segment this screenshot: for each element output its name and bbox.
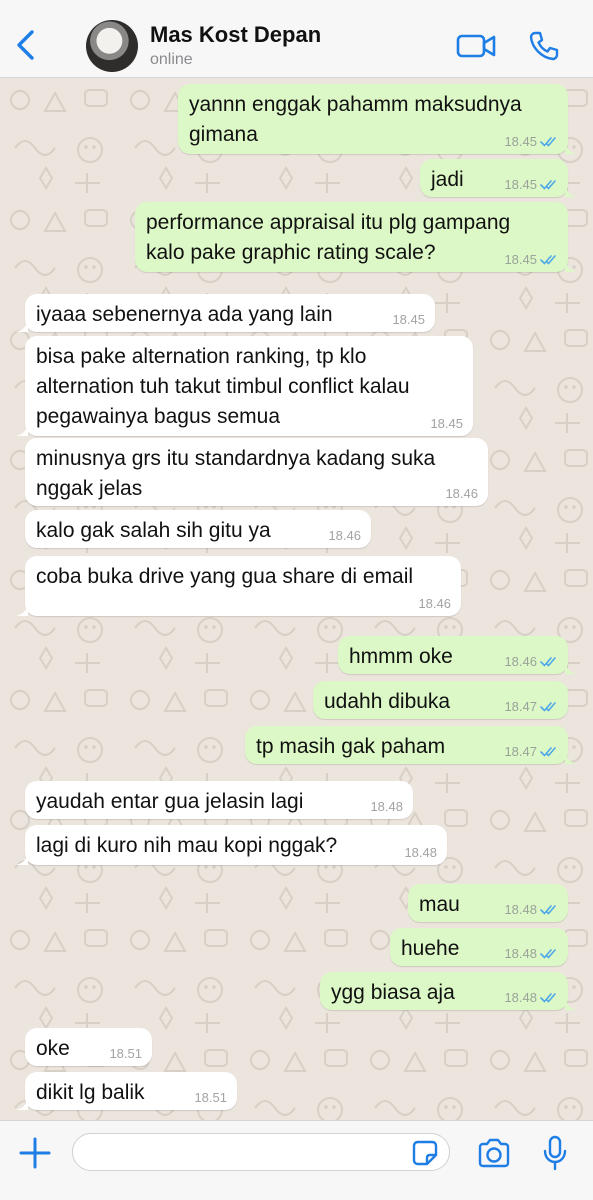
- message-meta: 18.47: [504, 700, 558, 714]
- outgoing-message-bubble[interactable]: mau 18.48: [408, 884, 568, 922]
- video-camera-icon[interactable]: [456, 32, 496, 60]
- chat-area[interactable]: yannn enggak pahamm maksudnya gimana 18.4…: [0, 78, 593, 1120]
- read-receipt-icon: [537, 699, 558, 714]
- message-time: 18.48: [504, 946, 537, 961]
- bubble-tail: [565, 660, 577, 674]
- read-receipt-icon: [537, 902, 558, 917]
- read-receipt-icon: [537, 990, 558, 1005]
- outgoing-message-bubble[interactable]: tp masih gak paham 18.47: [245, 726, 577, 764]
- message-time: 18.45: [504, 134, 537, 149]
- message-meta: 18.48: [504, 991, 558, 1005]
- message-text: yannn enggak pahamm maksudnya gimana: [189, 93, 522, 146]
- bubble-tail: [565, 258, 577, 272]
- message-time: 18.46: [504, 654, 537, 669]
- message-time: 18.46: [445, 486, 478, 501]
- message-time: 18.48: [504, 990, 537, 1005]
- message-text: bisa pake alternation ranking, tp klo al…: [36, 345, 410, 428]
- chevron-left-icon[interactable]: [12, 28, 42, 62]
- input-bar: [0, 1120, 593, 1200]
- message-time: 18.47: [504, 699, 537, 714]
- outgoing-message-bubble[interactable]: udahh dibuka 18.47: [313, 681, 568, 719]
- message-meta: 18.51: [109, 1047, 142, 1061]
- message-meta: 18.51: [194, 1091, 227, 1105]
- bubble-tail: [16, 1096, 28, 1110]
- message-time: 18.48: [370, 799, 403, 814]
- message-time: 18.46: [418, 596, 451, 611]
- read-receipt-icon: [537, 946, 558, 961]
- message-meta: 18.46: [445, 487, 478, 501]
- outgoing-message-bubble[interactable]: hmmm oke 18.46: [338, 636, 577, 674]
- incoming-message-bubble[interactable]: coba buka drive yang gua share di email 1…: [16, 556, 461, 616]
- message-meta: 18.45: [392, 313, 425, 327]
- read-receipt-icon: [537, 134, 558, 149]
- message-time: 18.45: [430, 416, 463, 431]
- outgoing-message-bubble[interactable]: jadi 18.45: [420, 159, 577, 197]
- sticker-icon[interactable]: [412, 1140, 438, 1166]
- message-text: lagi di kuro nih mau kopi nggak?: [36, 834, 338, 857]
- message-time: 18.45: [504, 177, 537, 192]
- message-input[interactable]: [72, 1133, 450, 1171]
- avatar[interactable]: [86, 20, 138, 72]
- read-receipt-icon: [537, 252, 558, 267]
- phone-icon[interactable]: [528, 30, 560, 62]
- message-time: 18.46: [328, 528, 361, 543]
- camera-icon[interactable]: [477, 1138, 511, 1168]
- message-text: minusnya grs itu standardnya kadang suka…: [36, 447, 436, 500]
- message-text: coba buka drive yang gua share di email: [36, 565, 414, 588]
- incoming-message-bubble[interactable]: yaudah entar gua jelasin lagi 18.48: [25, 781, 413, 819]
- bubble-tail: [565, 183, 577, 197]
- incoming-message-bubble[interactable]: kalo gak salah sih gitu ya 18.46: [25, 510, 371, 548]
- read-receipt-icon: [537, 654, 558, 669]
- incoming-message-bubble[interactable]: oke 18.51: [25, 1028, 152, 1066]
- contact-name[interactable]: Mas Kost Depan: [150, 22, 321, 48]
- message-time: 18.45: [392, 312, 425, 327]
- message-time: 18.47: [504, 744, 537, 759]
- message-time: 18.48: [504, 902, 537, 917]
- incoming-message-bubble[interactable]: minusnya grs itu standardnya kadang suka…: [25, 438, 488, 506]
- contact-status: online: [150, 51, 193, 68]
- chat-header: Mas Kost Depan online: [0, 0, 593, 78]
- message-list: yannn enggak pahamm maksudnya gimana 18.4…: [0, 78, 593, 1120]
- message-meta: 18.48: [404, 846, 437, 860]
- bubble-tail: [16, 602, 28, 616]
- bubble-tail: [565, 996, 577, 1010]
- message-meta: 18.45: [430, 417, 463, 431]
- incoming-message-bubble[interactable]: dikit lg balik 18.51: [16, 1072, 237, 1110]
- message-meta: 18.45: [504, 253, 558, 267]
- message-time: 18.51: [194, 1090, 227, 1105]
- bubble-tail: [565, 750, 577, 764]
- message-meta: 18.48: [504, 947, 558, 961]
- bubble-tail: [565, 140, 577, 154]
- message-text: iyaaa sebenernya ada yang lain: [36, 303, 333, 326]
- outgoing-message-bubble[interactable]: performance appraisal itu plg gampang ka…: [135, 202, 577, 272]
- message-meta: 18.48: [370, 800, 403, 814]
- read-receipt-icon: [537, 744, 558, 759]
- bubble-tail: [16, 851, 28, 865]
- message-text: kalo gak salah sih gitu ya: [36, 519, 271, 542]
- plus-icon[interactable]: [18, 1136, 52, 1170]
- microphone-icon[interactable]: [543, 1135, 567, 1171]
- incoming-message-bubble[interactable]: lagi di kuro nih mau kopi nggak? 18.48: [16, 825, 447, 865]
- message-meta: 18.48: [504, 903, 558, 917]
- outgoing-message-bubble[interactable]: ygg biasa aja 18.48: [320, 972, 577, 1010]
- message-time: 18.48: [404, 845, 437, 860]
- message-meta: 18.47: [504, 745, 558, 759]
- outgoing-message-bubble[interactable]: huehe 18.48: [390, 928, 568, 966]
- message-time: 18.51: [109, 1046, 142, 1061]
- bubble-tail: [16, 422, 28, 436]
- bubble-tail: [16, 318, 28, 332]
- incoming-message-bubble[interactable]: bisa pake alternation ranking, tp klo al…: [16, 336, 473, 436]
- message-meta: 18.46: [504, 655, 558, 669]
- message-meta: 18.45: [504, 178, 558, 192]
- incoming-message-bubble[interactable]: iyaaa sebenernya ada yang lain 18.45: [16, 294, 435, 332]
- message-text: yaudah entar gua jelasin lagi: [36, 790, 304, 813]
- message-meta: 18.46: [328, 529, 361, 543]
- read-receipt-icon: [537, 177, 558, 192]
- message-meta: 18.46: [418, 597, 451, 611]
- message-text: performance appraisal itu plg gampang ka…: [146, 211, 511, 264]
- outgoing-message-bubble[interactable]: yannn enggak pahamm maksudnya gimana 18.4…: [178, 84, 577, 154]
- message-time: 18.45: [504, 252, 537, 267]
- message-meta: 18.45: [504, 135, 558, 149]
